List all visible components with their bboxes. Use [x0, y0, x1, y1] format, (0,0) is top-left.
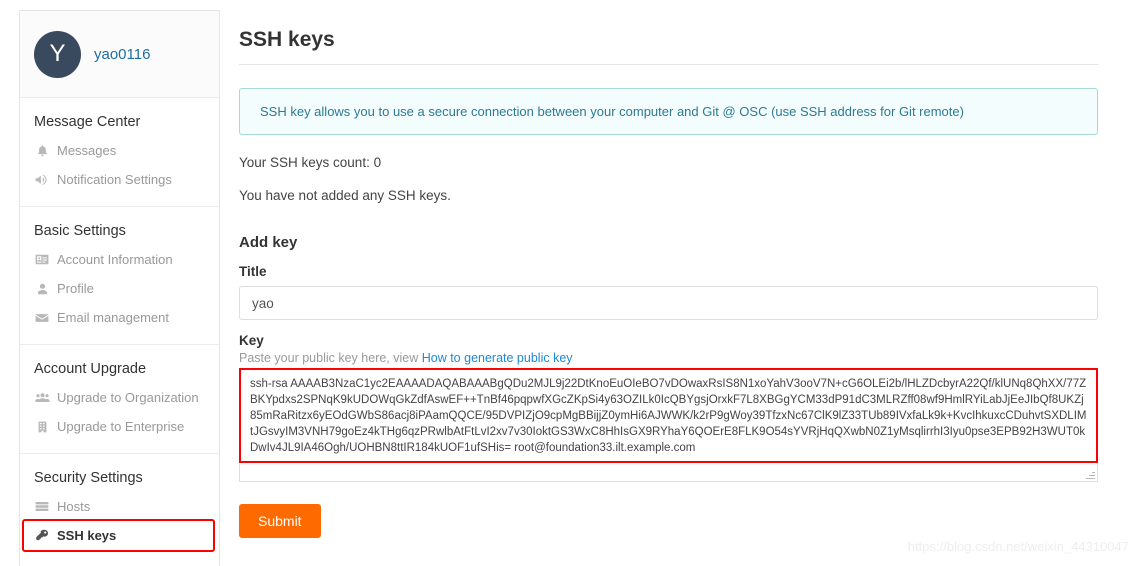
profile-header[interactable]: Y yao0116 — [20, 11, 219, 98]
envelope-icon — [34, 311, 50, 325]
info-alert: SSH key allows you to use a secure conne… — [239, 88, 1098, 136]
nav-group-title: Security Settings — [34, 470, 143, 486]
key-field-label: Key — [239, 333, 264, 349]
user-icon — [34, 282, 50, 296]
bell-icon — [34, 144, 50, 158]
sidebar-item-label: Messages — [57, 143, 117, 158]
ssh-keys-empty-message: You have not added any SSH keys. — [239, 188, 451, 204]
key-helper-prefix: Paste your public key here, view — [239, 351, 422, 366]
users-group-icon — [34, 391, 50, 405]
nav-group-title: Message Center — [34, 114, 141, 130]
sidebar: Y yao0116 Message Center Messages Notifi… — [19, 10, 220, 566]
key-icon — [34, 529, 50, 543]
sidebar-item-messages[interactable]: Messages — [20, 136, 219, 165]
submit-button[interactable]: Submit — [239, 504, 321, 539]
watermark: https://blog.csdn.net/weixin_44310047 — [907, 539, 1129, 554]
nav-group-basic-settings: Basic Settings Account Information Profi… — [20, 206, 219, 344]
sidebar-item-label: Account Information — [57, 252, 173, 267]
sidebar-item-profile[interactable]: Profile — [20, 274, 219, 303]
title-input[interactable] — [239, 286, 1098, 321]
sidebar-item-label: Hosts — [57, 499, 91, 514]
sidebar-item-label: Upgrade to Enterprise — [57, 419, 185, 434]
username-link[interactable]: yao0116 — [94, 46, 150, 63]
sidebar-item-label: Email management — [57, 310, 169, 325]
avatar: Y — [34, 30, 81, 78]
nav-group-account-upgrade: Account Upgrade Upgrade to Organization … — [20, 344, 219, 453]
sidebar-item-ssh-keys[interactable]: SSH keys — [22, 519, 215, 552]
id-card-icon — [34, 253, 50, 267]
key-textarea[interactable]: ssh-rsa AAAAB3NzaC1yc2EAAAADAQABAAABgQDu… — [239, 368, 1098, 464]
info-alert-text: SSH key allows you to use a secure conne… — [260, 104, 964, 120]
server-icon — [34, 500, 50, 514]
sidebar-item-email-management[interactable]: Email management — [20, 303, 219, 332]
how-to-generate-public-key-link[interactable]: How to generate public key — [422, 351, 573, 365]
key-textarea-resize-area[interactable] — [239, 463, 1098, 483]
sidebar-item-label: Notification Settings — [57, 172, 172, 187]
add-key-heading: Add key — [239, 234, 298, 252]
megaphone-icon — [34, 173, 50, 187]
ssh-keys-count: Your SSH keys count: 0 — [239, 155, 382, 171]
sidebar-item-label: SSH keys — [57, 528, 117, 543]
sidebar-item-label: Upgrade to Organization — [57, 390, 199, 405]
nav-group-message-center: Message Center Messages Notification Set… — [20, 98, 219, 206]
title-field-label: Title — [239, 264, 267, 280]
sidebar-item-hosts[interactable]: Hosts — [20, 492, 219, 521]
sidebar-item-upgrade-to-enterprise[interactable]: Upgrade to Enterprise — [20, 412, 219, 441]
nav-group-security-settings: Security Settings Hosts SSH keys — [20, 453, 219, 562]
main-content: SSH keys SSH key allows you to use a sec… — [239, 0, 1119, 539]
nav-group-title: Account Upgrade — [34, 361, 147, 377]
nav-group-title: Basic Settings — [34, 223, 126, 239]
page-title: SSH keys — [239, 14, 1098, 66]
page-root: Y yao0116 Message Center Messages Notifi… — [0, 0, 1145, 566]
sidebar-item-account-information[interactable]: Account Information — [20, 245, 219, 274]
resize-handle-icon[interactable] — [1086, 470, 1095, 480]
sidebar-item-label: Profile — [57, 281, 94, 296]
sidebar-item-upgrade-to-organization[interactable]: Upgrade to Organization — [20, 383, 219, 412]
key-field-helper: Paste your public key here, view How to … — [239, 351, 1119, 365]
building-icon — [34, 420, 50, 434]
sidebar-item-notification-settings[interactable]: Notification Settings — [20, 165, 219, 194]
